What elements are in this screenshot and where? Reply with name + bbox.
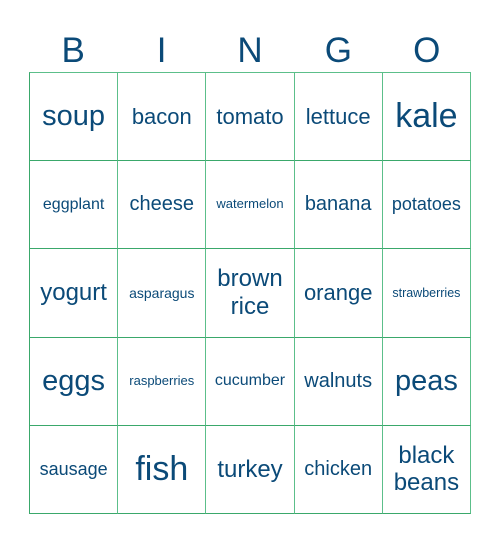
- bingo-cell[interactable]: potatoes: [382, 161, 471, 250]
- bingo-cell[interactable]: fish: [118, 425, 207, 514]
- bingo-cell[interactable]: cheese: [118, 161, 207, 250]
- header-letter-n: N: [237, 31, 263, 70]
- bingo-cell[interactable]: brown rice: [206, 249, 295, 338]
- header-letter-i: I: [156, 31, 167, 70]
- bingo-cell[interactable]: sausage: [30, 425, 119, 514]
- header-letter-o: O: [413, 31, 441, 70]
- bingo-cell[interactable]: soup: [30, 73, 119, 162]
- header-letter-g: G: [324, 31, 352, 70]
- bingo-cell[interactable]: banana: [294, 161, 383, 250]
- bingo-cell[interactable]: watermelon: [206, 161, 295, 250]
- bingo-cell[interactable]: tomato: [206, 73, 295, 162]
- bingo-cell[interactable]: chicken: [294, 425, 383, 514]
- bingo-header: B I N G O: [29, 30, 471, 72]
- header-letter-b: B: [61, 31, 85, 70]
- bingo-cell[interactable]: lettuce: [294, 73, 383, 162]
- bingo-cell[interactable]: turkey: [206, 425, 295, 514]
- bingo-cell[interactable]: raspberries: [118, 337, 207, 426]
- bingo-cell[interactable]: walnuts: [294, 337, 383, 426]
- bingo-cell[interactable]: orange: [294, 249, 383, 338]
- bingo-cell[interactable]: strawberries: [382, 249, 471, 338]
- bingo-cell[interactable]: cucumber: [206, 337, 295, 426]
- bingo-cell[interactable]: bacon: [118, 73, 207, 162]
- bingo-cell[interactable]: eggs: [30, 337, 119, 426]
- bingo-cell[interactable]: black beans: [382, 425, 471, 514]
- bingo-cell[interactable]: yogurt: [30, 249, 119, 338]
- bingo-cell[interactable]: peas: [382, 337, 471, 426]
- bingo-cell[interactable]: eggplant: [30, 161, 119, 250]
- bingo-cell[interactable]: asparagus: [118, 249, 207, 338]
- bingo-cell[interactable]: kale: [382, 73, 471, 162]
- bingo-board: soup bacon tomato lettuce kale eggplant …: [29, 72, 471, 514]
